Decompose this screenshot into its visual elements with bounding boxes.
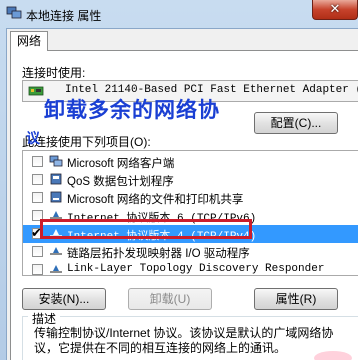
qos-icon bbox=[50, 173, 62, 185]
description-text: 传输控制协议/Internet 协议。该协议是默认的广域网络协议，它提供在不同的… bbox=[34, 326, 334, 355]
annotation-text-2: 议 bbox=[26, 131, 40, 147]
window-title: 本地连接 属性 bbox=[26, 9, 102, 23]
list-item[interactable]: Link-Layer Topology Discovery Responder bbox=[23, 261, 358, 275]
decoration-blob bbox=[314, 351, 352, 360]
item-label: Microsoft 网络的文件和打印机共享 bbox=[67, 194, 244, 206]
network-adapter-icon bbox=[28, 86, 44, 96]
uninstall-button[interactable]: 卸载(U) bbox=[128, 288, 212, 310]
close-button[interactable]: ✕ bbox=[312, 0, 358, 20]
list-item[interactable]: QoS 数据包计划程序 bbox=[23, 171, 358, 189]
item-checkbox[interactable] bbox=[32, 192, 43, 203]
properties-window: 本地连接 属性 ✕ 网络 连接时使用: Intel 21140-Based PC… bbox=[0, 0, 358, 360]
items-list[interactable]: Microsoft 网络客户端 QoS 数据包计划程序 Microsoft 网络… bbox=[22, 150, 358, 276]
highlight-box bbox=[40, 219, 252, 239]
configure-button[interactable]: 配置(C)... bbox=[254, 112, 338, 134]
description-title: 描述 bbox=[28, 310, 61, 327]
install-button[interactable]: 安装(N)... bbox=[22, 288, 106, 310]
item-label: Link-Layer Topology Discovery Responder bbox=[67, 263, 325, 275]
properties-button[interactable]: 属性(R) bbox=[254, 288, 338, 310]
item-label: 链路层拓扑发现映射器 I/O 驱动程序 bbox=[67, 248, 250, 260]
item-checkbox[interactable] bbox=[32, 246, 43, 257]
file-share-icon bbox=[50, 191, 62, 203]
connect-using-label: 连接时使用: bbox=[22, 66, 86, 80]
list-item[interactable]: Microsoft 网络客户端 bbox=[23, 153, 358, 171]
item-checkbox[interactable] bbox=[32, 174, 43, 185]
title-bar[interactable]: 本地连接 属性 ✕ bbox=[0, 0, 358, 28]
annotation-text: 卸载多余的网络协 bbox=[44, 97, 220, 122]
network-icon bbox=[6, 6, 22, 19]
item-checkbox[interactable] bbox=[32, 156, 43, 167]
network-client-icon bbox=[49, 155, 63, 167]
items-label: 此连接使用下列项目(O): bbox=[22, 135, 151, 149]
close-icon: ✕ bbox=[329, 1, 341, 16]
list-item[interactable]: 链路层拓扑发现映射器 I/O 驱动程序 bbox=[23, 243, 358, 261]
protocol-icon bbox=[50, 265, 62, 273]
item-checkbox[interactable] bbox=[32, 264, 43, 275]
protocol-icon bbox=[50, 247, 62, 255]
list-item[interactable]: Microsoft 网络的文件和打印机共享 bbox=[23, 189, 358, 207]
item-label: Microsoft 网络客户端 bbox=[67, 158, 175, 170]
tab-network[interactable]: 网络 bbox=[10, 31, 48, 51]
item-label: QoS 数据包计划程序 bbox=[67, 176, 174, 188]
